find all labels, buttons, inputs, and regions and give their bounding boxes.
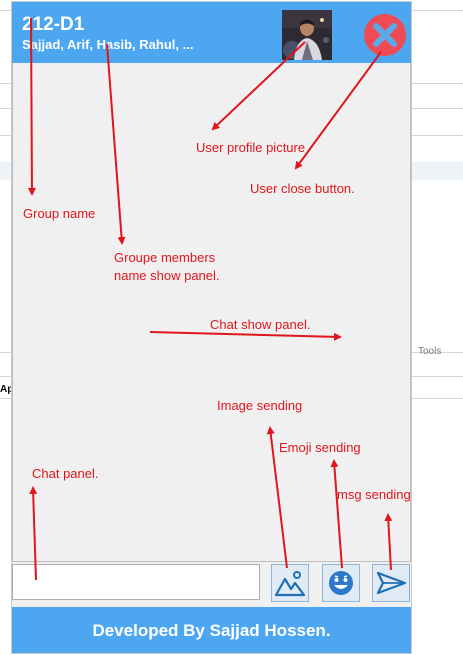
group-members[interactable]: Sajjad, Arif, Hasib, Rahul, ...: [22, 37, 193, 52]
chat-input-field[interactable]: [12, 564, 260, 600]
image-icon: [274, 571, 306, 597]
user-profile-picture[interactable]: [282, 10, 332, 60]
annotation-image-sending: Image sending: [217, 398, 303, 413]
message-send-button[interactable]: [372, 564, 410, 602]
bg-tools-label: Tools: [418, 346, 442, 357]
group-name: 212-D1: [22, 14, 85, 35]
footer-credit: Developed By Sajjad Hossen.: [12, 607, 411, 653]
annotation-group-name: Group name: [23, 206, 96, 221]
annotation-user-profile-picture: User profile picture: [196, 140, 306, 155]
image-send-button[interactable]: [271, 564, 309, 602]
close-button[interactable]: [364, 14, 406, 56]
annotation-emoji-sending: Emoji sending: [279, 440, 361, 455]
annotation-msg-sending: msg sending: [337, 487, 411, 502]
chat-header: 212-D1 Sajjad, Arif, Hasib, Rahul, ...: [12, 2, 411, 63]
emoji-icon: [329, 571, 353, 595]
annotation-members-line1: Groupe members: [114, 250, 216, 265]
annotation-user-close-button: User close button.: [250, 181, 355, 196]
avatar-image: [282, 10, 332, 60]
close-icon: [373, 23, 397, 47]
annotation-chat-panel: Chat panel.: [32, 466, 99, 481]
send-icon: [376, 571, 407, 595]
annotation-members-panel: Groupe members name show panel.: [114, 249, 220, 285]
emoji-send-button[interactable]: [322, 564, 360, 602]
annotation-members-line2: name show panel.: [114, 268, 220, 283]
annotation-chat-show-panel: Chat show panel.: [210, 317, 311, 332]
